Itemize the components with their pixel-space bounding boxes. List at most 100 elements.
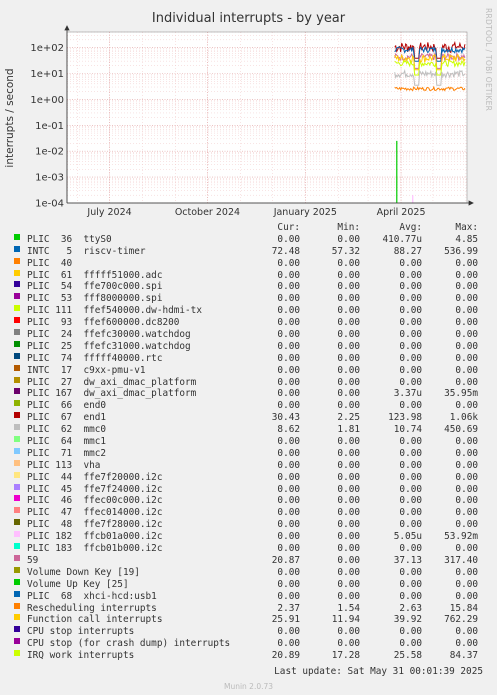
legend-row: PLIC 182 ffcb01a000.i2c 0.00 0.00 5.05u 53.9… xyxy=(0,531,497,543)
legend-swatch xyxy=(14,638,20,645)
legend-cur-value: 0.00 xyxy=(277,269,300,281)
legend-avg-value: 0.00 xyxy=(399,317,422,329)
legend-row: PLIC 67 end1 30.43 2.25 123.98 1.06k xyxy=(0,412,497,424)
legend-swatch xyxy=(14,352,20,359)
legend-cur-value: 0.00 xyxy=(277,340,300,352)
legend-cur-value: 0.00 xyxy=(277,566,300,578)
legend-swatch xyxy=(14,447,20,454)
legend-row: INTC 17 c9xx-pmu-v1 0.00 0.00 0.00 0.00 xyxy=(0,364,497,377)
legend-cur-value: 0.00 xyxy=(277,305,300,317)
legend-swatch xyxy=(14,495,20,502)
legend-min-value: 0.00 xyxy=(337,257,360,269)
legend-cur-value: 8.62 xyxy=(277,424,300,436)
legend-avg-value: 0.00 xyxy=(399,638,422,650)
legend-min-value: 0.00 xyxy=(337,340,360,352)
legend-cur-value: 0.00 xyxy=(277,400,300,412)
legend-series-name: Rescheduling interrupts xyxy=(27,602,157,614)
legend-swatch xyxy=(14,554,20,561)
legend-swatch xyxy=(14,471,20,478)
legend-cur-value: 0.00 xyxy=(277,376,300,388)
legend-series-name: PLIC 183 ffcb01b000.i2c xyxy=(27,543,163,555)
legend-min-value: 1.81 xyxy=(337,424,360,436)
legend-swatch xyxy=(14,388,20,395)
legend-avg-value: 0.00 xyxy=(399,447,422,459)
legend-row: PLIC 36 ttyS0 0.00 0.00 410.77u 4.85 xyxy=(0,233,497,246)
legend-min-value: 1.54 xyxy=(337,602,360,614)
legend-cur-value: 0.00 xyxy=(277,233,300,245)
legend-swatch xyxy=(14,483,20,490)
legend-row: PLIC 40 0.00 0.00 0.00 0.00 xyxy=(0,257,497,270)
legend-avg-value: 0.00 xyxy=(399,376,422,388)
legend-cur-value: 0.00 xyxy=(277,329,300,341)
legend-min-value: 0.00 xyxy=(337,519,360,531)
legend-max-value: 35.95m xyxy=(444,388,478,400)
legend-min-value: 0.00 xyxy=(337,638,360,650)
legend-max-value: 4.85 xyxy=(455,233,478,245)
legend-avg-value: 0.00 xyxy=(399,436,422,448)
legend-min-value: 0.00 xyxy=(337,293,360,305)
legend-row: PLIC 111 ffef540000.dw-hdmi-tx 0.00 0.00 0.… xyxy=(0,305,497,317)
legend-max-value: 0.00 xyxy=(455,340,478,352)
legend-max-value: 84.37 xyxy=(449,650,478,662)
legend-max-value: 0.00 xyxy=(455,626,478,638)
x-tick-label: April 2025 xyxy=(377,207,426,218)
legend-swatch xyxy=(14,257,20,264)
legend-cur-value: 0.00 xyxy=(277,543,300,555)
legend-cur-value: 0.00 xyxy=(277,281,300,293)
legend-max-value: 0.00 xyxy=(455,376,478,388)
legend-cur-value: 20.89 xyxy=(271,650,300,662)
legend-row: PLIC 113 vha 0.00 0.00 0.00 0.00 xyxy=(0,459,497,472)
legend-cur-value: 72.48 xyxy=(271,245,300,257)
legend-series-name: PLIC 71 mmc2 xyxy=(27,447,107,459)
legend-series-name: PLIC 113 vha xyxy=(27,459,101,471)
legend-cur-value: 0.00 xyxy=(277,447,300,459)
legend-max-value: 317.40 xyxy=(444,554,478,566)
legend-avg-value: 88.27 xyxy=(393,245,422,257)
legend-row: Volume Up Key [25] 0.00 0.00 0.00 0.00 xyxy=(0,578,497,591)
legend-max-value: 0.00 xyxy=(455,519,478,531)
legend-min-value: 0.00 xyxy=(337,543,360,555)
legend-cur-value: 0.00 xyxy=(277,364,300,376)
legend-series-name: IRQ work interrupts xyxy=(27,650,135,662)
legend-series-name: INTC 17 c9xx-pmu-v1 xyxy=(27,364,146,376)
legend-max-value: 0.00 xyxy=(455,436,478,448)
legend-max-value: 0.00 xyxy=(455,281,478,293)
legend-avg-value: 39.92 xyxy=(393,614,422,626)
legend-max-value: 0.00 xyxy=(455,352,478,364)
legend-series-name: Volume Up Key [25] xyxy=(27,578,129,590)
legend-swatch xyxy=(14,543,20,550)
legend-max-value: 1.06k xyxy=(449,412,478,424)
legend-swatch xyxy=(14,590,20,597)
legend-swatch xyxy=(14,531,20,538)
legend-cur-value: 0.00 xyxy=(277,638,300,650)
legend-cur-value: 0.00 xyxy=(277,352,300,364)
legend-avg-value: 123.98 xyxy=(388,412,422,424)
legend-row: PLIC 74 fffff40000.rtc 0.00 0.00 0.00 0.00 xyxy=(0,352,497,365)
legend-series-name: PLIC 93 ffef600000.dc8200 xyxy=(27,317,180,329)
legend-max-value: 0.00 xyxy=(455,471,478,483)
legend-series-name: CPU stop interrupts xyxy=(27,626,135,638)
legend-series-name: PLIC 182 ffcb01a000.i2c xyxy=(27,531,163,543)
legend-cur-value: 0.00 xyxy=(277,471,300,483)
y-tick-label: 1e+02 xyxy=(30,43,64,54)
legend-avg-value: 410.77u xyxy=(382,233,422,245)
legend-max-value: 0.00 xyxy=(455,293,478,305)
legend-min-value: 11.94 xyxy=(331,614,360,626)
legend-row: PLIC 167 dw_axi_dmac_platform 0.00 0.00 3.3… xyxy=(0,388,497,400)
legend-max-value: 0.00 xyxy=(455,638,478,650)
legend-avg-value: 0.00 xyxy=(399,340,422,352)
legend-max-value: 0.00 xyxy=(455,590,478,602)
y-tick-label: 1e-03 xyxy=(35,173,64,184)
legend-cur-value: 0.00 xyxy=(277,578,300,590)
legend-max-value: 0.00 xyxy=(455,400,478,412)
legend-row: PLIC 64 mmc1 0.00 0.00 0.00 0.00 xyxy=(0,436,497,448)
legend-series-name: Volume Down Key [19] xyxy=(27,566,140,578)
legend-avg-value: 0.00 xyxy=(399,590,422,602)
legend-swatch xyxy=(14,281,20,288)
legend-series-name: PLIC 62 mmc0 xyxy=(27,424,107,436)
legend-cur-value: 20.87 xyxy=(271,554,300,566)
chart-plot: 1e+02 1e+01 1e+00 1e-01 1e-02 1e-03 1e-04 July … xyxy=(30,25,474,218)
legend-row: PLIC 71 mmc2 0.00 0.00 0.00 0.00 xyxy=(0,447,497,460)
legend-avg-value: 0.00 xyxy=(399,364,422,376)
legend-row: INTC 5 riscv-timer 72.48 57.32 88.27 536.99 xyxy=(0,245,497,258)
